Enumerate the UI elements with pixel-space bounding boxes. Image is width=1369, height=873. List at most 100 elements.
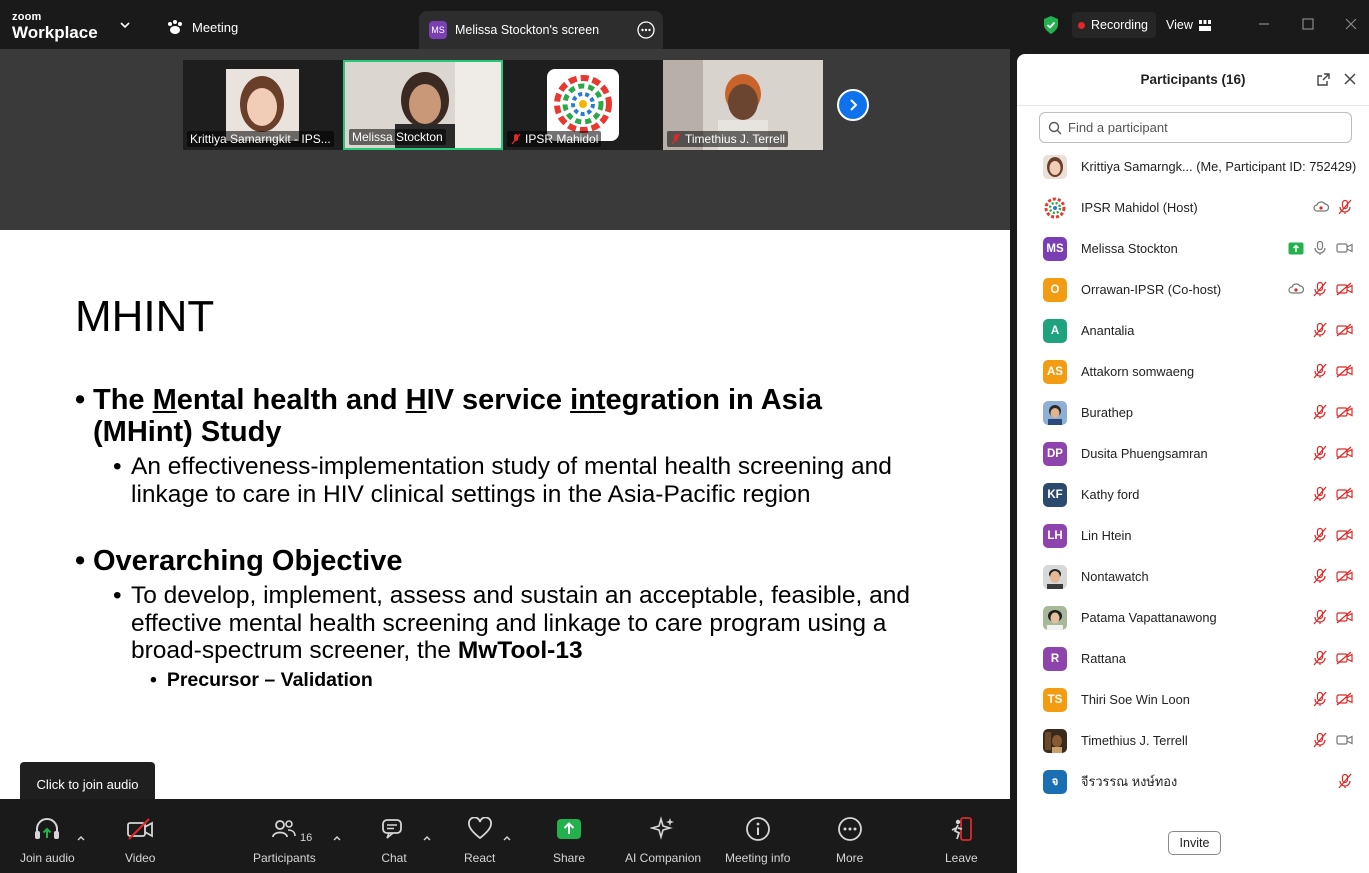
slide-sub-bullet-2: • To develop, implement, assess and sust… [113, 582, 911, 664]
chevron-up-icon[interactable] [502, 833, 512, 843]
participant-row[interactable]: LH Lin Htein [1017, 515, 1369, 556]
participant-row[interactable]: Timethius J. Terrell [1017, 720, 1369, 761]
tile-name: IPSR Mahidol [507, 131, 602, 147]
chevron-up-icon[interactable] [332, 833, 342, 843]
avatar [1043, 195, 1067, 220]
chevron-up-icon[interactable] [76, 833, 86, 843]
participants-count: 16 [300, 832, 313, 844]
participant-row[interactable]: R Rattana [1017, 638, 1369, 679]
muted-mic-icon [1313, 486, 1327, 502]
participant-name: Anantalia [1081, 323, 1135, 338]
avatar: AS [1043, 359, 1067, 384]
participant-row[interactable]: Patama Vapattanawong [1017, 597, 1369, 638]
chat-label: Chat [381, 851, 407, 865]
slide-sub-sub-bullet: • Precursor – Validation [150, 669, 373, 691]
slide-title: MHINT [75, 292, 215, 341]
participant-row[interactable]: MS Melissa Stockton [1017, 228, 1369, 269]
muted-mic-icon [671, 133, 681, 145]
next-page-button[interactable] [837, 89, 869, 121]
participant-search[interactable] [1039, 112, 1352, 143]
participant-status [1288, 281, 1353, 297]
video-off-icon [1336, 446, 1353, 460]
video-tile[interactable]: IPSR Mahidol [503, 60, 663, 150]
muted-mic-icon [1313, 281, 1327, 297]
video-icon [1336, 243, 1353, 253]
tab-shared-screen[interactable]: MS Melissa Stockton's screen [419, 11, 663, 49]
participant-row[interactable]: DP Dusita Phuengsamran [1017, 433, 1369, 474]
info-icon [745, 817, 770, 841]
search-icon [1048, 121, 1062, 134]
video-tile-active-speaker[interactable]: Melissa Stockton [343, 60, 503, 150]
panel-divider [1010, 49, 1017, 873]
participant-name: IPSR Mahidol (Host) [1081, 200, 1198, 215]
shield-icon[interactable] [1042, 15, 1060, 35]
muted-mic-icon [1313, 404, 1327, 420]
meeting-info-label: Meeting info [725, 851, 791, 865]
muted-mic-icon [511, 133, 521, 145]
video-tile[interactable]: Timethius J. Terrell [663, 60, 823, 150]
participant-name: Burathep [1081, 405, 1133, 420]
participant-name: Patama Vapattanawong [1081, 610, 1217, 625]
tab-meeting[interactable]: Meeting [166, 16, 238, 38]
participant-row[interactable]: KF Kathy ford [1017, 474, 1369, 515]
muted-mic-icon [1313, 568, 1327, 584]
grid-icon [1198, 19, 1211, 31]
more-icon [837, 817, 862, 841]
minimize-icon[interactable] [1256, 16, 1272, 32]
avatar: DP [1043, 441, 1067, 466]
video-off-icon [1336, 323, 1353, 337]
recording-indicator[interactable]: Recording [1072, 12, 1156, 38]
avatar [1043, 728, 1067, 753]
avatar [1043, 400, 1067, 425]
video-tile[interactable]: Krittiya Samarngkit - IPS... [183, 60, 343, 150]
participant-name: Krittiya Samarngk... (Me, Participant ID… [1081, 159, 1357, 174]
participant-status [1337, 773, 1353, 789]
sharing-screen-icon [1288, 242, 1304, 254]
more-options-icon[interactable] [637, 21, 655, 39]
participant-row[interactable]: IPSR Mahidol (Host) [1017, 187, 1369, 228]
participant-row[interactable]: Nontawatch [1017, 556, 1369, 597]
maximize-icon[interactable] [1300, 16, 1316, 32]
tile-name: Krittiya Samarngkit - IPS... [187, 131, 334, 147]
participant-row[interactable]: TS Thiri Soe Win Loon [1017, 679, 1369, 720]
participant-status [1312, 445, 1353, 461]
close-window-icon[interactable] [1343, 16, 1359, 32]
share-button[interactable]: Share [553, 809, 585, 865]
avatar: MS [1043, 236, 1067, 261]
muted-mic-icon [1313, 363, 1327, 379]
slide-sub-bullet-1: • An effectiveness-implementation study … [113, 453, 892, 508]
muted-mic-icon [1313, 609, 1327, 625]
pop-out-icon[interactable] [1316, 72, 1331, 87]
participant-row[interactable]: A Anantalia [1017, 310, 1369, 351]
participant-row[interactable]: O Orrawan-IPSR (Co-host) [1017, 269, 1369, 310]
react-button[interactable]: React [464, 809, 495, 865]
participants-icon [272, 820, 297, 838]
more-button[interactable]: More [836, 809, 863, 865]
close-icon[interactable] [1343, 72, 1357, 86]
muted-mic-icon [1313, 691, 1327, 707]
participant-row[interactable]: Burathep [1017, 392, 1369, 433]
leave-icon [951, 817, 973, 841]
view-label: View [1166, 18, 1193, 32]
chevron-up-icon[interactable] [422, 833, 432, 843]
view-button[interactable]: View [1160, 12, 1217, 38]
chevron-down-icon[interactable] [118, 18, 132, 32]
ai-companion-button[interactable]: AI Companion [625, 809, 701, 865]
invite-button[interactable]: Invite [1168, 831, 1221, 855]
meeting-info-button[interactable]: Meeting info [725, 809, 790, 865]
chat-button[interactable]: Chat [381, 809, 407, 865]
video-off-icon [1336, 692, 1353, 706]
zoom-workplace-logo[interactable]: zoom Workplace [12, 12, 98, 42]
video-button[interactable]: Video [125, 809, 155, 865]
join-audio-button[interactable]: Join audio [20, 809, 75, 865]
muted-mic-icon [1313, 322, 1327, 338]
leave-button[interactable]: Leave [945, 809, 978, 865]
video-label: Video [125, 851, 156, 865]
ai-companion-label: AI Companion [625, 851, 702, 865]
participant-row[interactable]: จ จีรวรรณ หงษ์ทอง [1017, 761, 1369, 802]
participant-row[interactable]: AS Attakorn somwaeng [1017, 351, 1369, 392]
top-bar: zoom Workplace Meeting MS Melissa Stockt… [0, 0, 1369, 49]
participant-row[interactable]: Krittiya Samarngk... (Me, Participant ID… [1017, 146, 1369, 187]
search-input[interactable] [1068, 120, 1338, 135]
avatar [1043, 605, 1067, 630]
